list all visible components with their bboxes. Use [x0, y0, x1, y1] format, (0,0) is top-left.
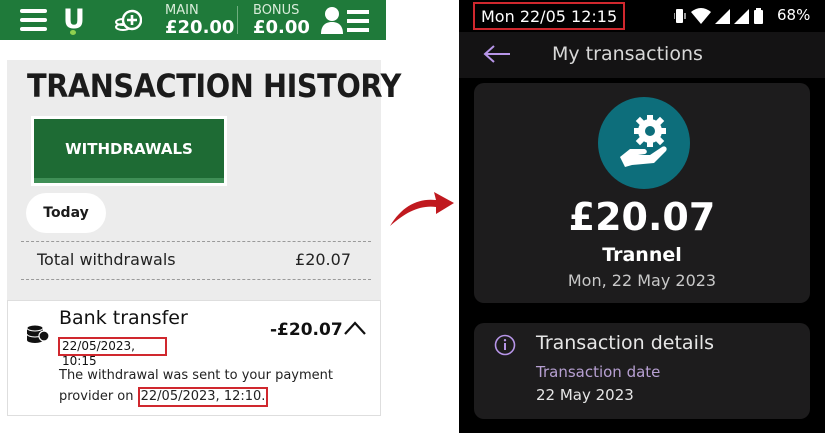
- transaction-description-line2: provider on 22/05/2023, 12:10.: [59, 387, 269, 407]
- back-arrow-icon[interactable]: [483, 44, 511, 64]
- bonus-balance-value[interactable]: £0.00: [253, 17, 310, 38]
- battery-icon: [754, 8, 763, 24]
- screen-title: My transactions: [552, 43, 703, 65]
- merchant-logo: [598, 97, 690, 189]
- divider: [21, 279, 371, 280]
- betting-app-screenshot: U MAIN £20.00 BONUS £0.00 TRANSACTION HI…: [0, 0, 401, 433]
- battery-percent: 68%: [777, 6, 811, 24]
- today-filter-button[interactable]: Today: [26, 193, 106, 233]
- bonus-balance-label: BONUS: [253, 3, 300, 18]
- info-icon: [494, 334, 516, 356]
- wallet-plus-icon[interactable]: [114, 7, 142, 35]
- transaction-amount: £20.07: [568, 195, 716, 239]
- transaction-description-line1: The withdrawal was sent to your payment: [59, 368, 333, 383]
- status-bar-time: Mon 22/05 12:15: [473, 2, 626, 30]
- app-header: My transactions: [459, 32, 825, 78]
- transaction-title: Bank transfer: [59, 307, 188, 329]
- total-withdrawals-value: £20.07: [295, 250, 351, 269]
- signal-icon: [715, 9, 749, 24]
- description-prefix: provider on: [59, 389, 138, 404]
- details-value: 22 May 2023: [536, 386, 634, 404]
- hamburger-icon[interactable]: [20, 9, 47, 31]
- transaction-summary-card: £20.07 Trannel Mon, 22 May 2023: [474, 83, 810, 303]
- transaction-datetime: 22/05/2023, 10:15: [58, 337, 167, 368]
- transaction-amount: -£20.07: [270, 320, 343, 340]
- top-bar: U MAIN £20.00 BONUS £0.00: [0, 0, 386, 40]
- account-menu-icon[interactable]: [320, 5, 372, 37]
- sent-datetime: 22/05/2023, 12:10.: [137, 387, 269, 407]
- merchant-name: Trannel: [602, 244, 682, 266]
- main-balance-value[interactable]: £20.00: [165, 17, 234, 38]
- vibrate-icon: [674, 9, 686, 23]
- transaction-card[interactable]: Bank transfer -£20.07 22/05/2023, 10:15 …: [7, 300, 381, 416]
- transaction-history-panel: TRANSACTION HISTORY WITHDRAWALS Today To…: [7, 60, 401, 300]
- total-withdrawals-label: Total withdrawals: [37, 250, 176, 269]
- wifi-icon: [691, 8, 711, 24]
- status-icons: [674, 8, 763, 24]
- page-title: TRANSACTION HISTORY: [27, 67, 401, 105]
- logo-dot: [70, 30, 76, 35]
- transaction-date: Mon, 22 May 2023: [567, 271, 717, 290]
- withdrawals-tab-label: WITHDRAWALS: [34, 119, 224, 183]
- coins-icon: [26, 324, 50, 343]
- arrow-icon: [390, 192, 454, 226]
- transaction-details-card[interactable]: Transaction details Transaction date 22 …: [474, 323, 810, 419]
- gear-hand-icon: [620, 115, 667, 167]
- details-label: Transaction date: [536, 363, 661, 381]
- balance-divider: [237, 6, 238, 34]
- divider: [21, 241, 371, 242]
- withdrawals-tab[interactable]: WITHDRAWALS: [31, 116, 227, 186]
- bank-app-screenshot: Mon 22/05 12:15 68% My transactions £20.…: [459, 0, 825, 433]
- details-title: Transaction details: [536, 332, 715, 354]
- main-balance-label: MAIN: [165, 3, 199, 18]
- chevron-up-icon[interactable]: [344, 321, 366, 335]
